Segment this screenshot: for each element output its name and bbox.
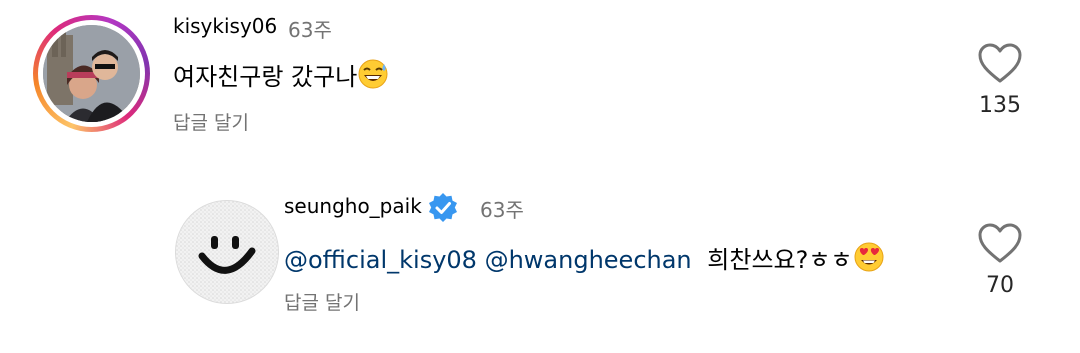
reply-button[interactable]: 답글 달기 xyxy=(173,108,249,135)
verified-badge-icon xyxy=(429,193,457,222)
reply-button[interactable]: 답글 달기 xyxy=(284,288,360,315)
heart-eyes-emoji xyxy=(853,242,885,278)
comment-timestamp[interactable]: 63주 xyxy=(288,14,332,43)
like-count: 70 xyxy=(986,273,1014,298)
grinning-sweat-emoji xyxy=(357,59,389,95)
mention-link[interactable]: @hwangheechan xyxy=(485,246,692,274)
like-count: 135 xyxy=(979,93,1021,118)
avatar[interactable] xyxy=(175,200,279,304)
reply-text: @official_kisy08 @hwangheechan 희찬쓰요?ㅎㅎ xyxy=(284,240,885,278)
smiley-icon xyxy=(176,201,278,303)
reply-timestamp[interactable]: 63주 xyxy=(480,194,524,223)
reply-username[interactable]: seungho_paik xyxy=(284,194,422,218)
heart-icon[interactable] xyxy=(977,42,1023,84)
reply-body: 희찬쓰요?ㅎㅎ xyxy=(707,246,853,274)
comment-body: 여자친구랑 갔구나 xyxy=(173,63,358,91)
comment-username[interactable]: kisykisy06 xyxy=(173,14,277,38)
avatar-photo xyxy=(43,25,140,122)
mention-link[interactable]: @official_kisy08 xyxy=(284,246,477,274)
heart-icon[interactable] xyxy=(977,222,1023,264)
story-ring-avatar[interactable] xyxy=(33,15,150,132)
comment-text: 여자친구랑 갔구나 xyxy=(173,57,389,95)
